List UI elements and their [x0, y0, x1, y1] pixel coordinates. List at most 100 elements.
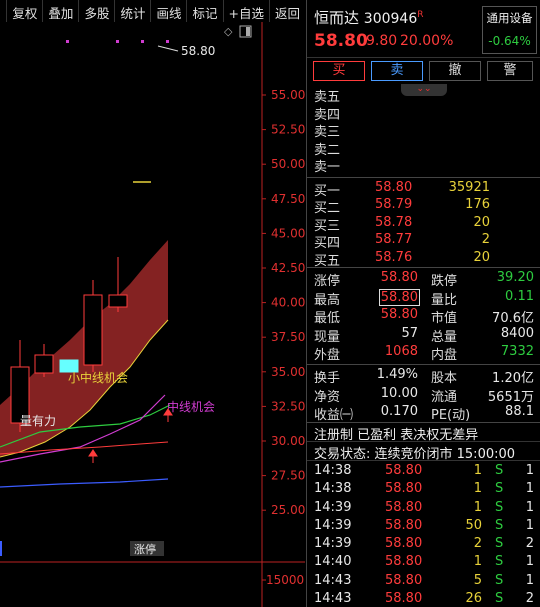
restore-rights-button[interactable]: 复权: [6, 0, 42, 22]
sell-button[interactable]: 卖: [371, 61, 423, 81]
trade-row: 14:39 58.80 1 S 1: [307, 500, 540, 518]
trade-count: 1: [525, 463, 534, 478]
stat-value: 1.49%: [376, 367, 418, 382]
stat-label: 总量: [431, 329, 458, 345]
stat-row: 外盘 1068 内盘 7332: [307, 344, 540, 363]
trade-time: 14:39: [314, 517, 352, 533]
stat-value: 0.11: [505, 288, 534, 304]
stat-label: 现量: [314, 329, 341, 345]
trade-side: S: [495, 572, 504, 588]
bid-row: 买三 58.78 20: [307, 214, 540, 234]
annotation-midline: 中线机会: [167, 399, 215, 414]
ask-level: 卖二: [314, 142, 341, 158]
quote-panel: 恒而达 300946R 58.80 9.80 20.00% 通用设备 -0.64…: [306, 0, 540, 607]
bid-volume: 20: [473, 249, 490, 265]
multi-stock-button[interactable]: 多股: [78, 0, 114, 22]
alert-button[interactable]: 警: [487, 61, 533, 81]
stat-label: 收益㈠: [314, 408, 354, 424]
trade-row: 14:38 58.80 1 S 1: [307, 481, 540, 499]
back-button[interactable]: 返回: [268, 0, 305, 22]
bid-row: 买一 58.80 35921: [307, 180, 540, 199]
diamond-icon[interactable]: ◇: [224, 25, 233, 38]
buy-button[interactable]: 买: [313, 61, 365, 81]
stat-value: 10.00: [380, 385, 418, 401]
registration-badge: R: [417, 10, 424, 20]
trade-price: 58.80: [385, 591, 423, 607]
buy-signal-arrows: [88, 408, 173, 463]
stat-label: 最低: [314, 311, 341, 327]
trade-price: 58.80: [385, 554, 423, 570]
price-tick: 27.50: [271, 469, 305, 483]
stat-value: 1068: [384, 344, 418, 360]
bid-volume: 20: [473, 214, 490, 230]
stat-label: 换手: [314, 371, 341, 386]
stat-label: 流通: [431, 389, 458, 405]
price-tick: 25.00: [271, 503, 305, 517]
trade-price: 58.80: [385, 572, 423, 588]
cancel-order-button[interactable]: 撤: [429, 61, 481, 81]
price-change-pct: 20.00%: [400, 33, 454, 49]
stat-value: 5651万: [487, 389, 534, 405]
sector-box[interactable]: 通用设备 -0.64%: [482, 6, 537, 54]
trade-volume: 2: [473, 536, 482, 552]
bid-book: 买一 58.80 35921 买二 58.79 176 买三 58.78 20 买四 58.77 2 买…: [307, 178, 540, 269]
annotation-volume: 量有力: [20, 414, 56, 428]
trade-side: S: [495, 481, 504, 497]
stat-row: 现量 57 总量 8400: [307, 326, 540, 345]
registration-info: 注册制 已盈利 表决权无差异: [307, 423, 540, 443]
trade-side: S: [495, 536, 504, 552]
stat-row: 收益㈠ 0.170 PE(动) 88.1: [307, 404, 540, 423]
stat-label: 市值: [431, 311, 458, 327]
trade-time: 14:40: [314, 554, 352, 570]
bid-label: 买二: [314, 201, 341, 217]
bid-row: 买四 58.77 2: [307, 232, 540, 252]
candlestick-chart[interactable]: ◇ 55.00 52.50 50.00 47.50 45.00 42.50 40.00 37.…: [0, 22, 305, 607]
bid-volume: 2: [481, 232, 490, 248]
stat-value: 8400: [500, 325, 534, 341]
chart-toolbar: 复权 叠加 多股 统计 画线 标记 +自选 返回: [0, 0, 305, 22]
stat-value: 70.6亿: [492, 311, 534, 327]
stat-row: 换手 1.49% 股本 1.20亿: [307, 367, 540, 386]
trade-price: 58.80: [385, 499, 423, 515]
trade-row: 14:38 58.80 1 S 1: [307, 463, 540, 481]
stat-value: 88.1: [505, 404, 534, 420]
statistics-button[interactable]: 统计: [114, 0, 150, 22]
trade-volume: 50: [465, 517, 482, 533]
draw-line-button[interactable]: 画线: [150, 0, 186, 22]
stat-row: 涨停 58.80 跌停 39.20: [307, 270, 540, 289]
mark-button[interactable]: 标记: [186, 0, 222, 22]
expand-chevron-icon[interactable]: ⌄⌄: [401, 84, 447, 96]
trade-time: 14:43: [314, 572, 352, 588]
overlay-button[interactable]: 叠加: [42, 0, 78, 22]
ma-blue: [0, 478, 169, 488]
price-tick: 47.50: [271, 192, 305, 206]
bid-row: 买五 58.76 20: [307, 249, 540, 269]
add-watchlist-button[interactable]: +自选: [222, 0, 269, 22]
stat-value: 58.80: [380, 307, 418, 323]
stat-label: 涨停: [314, 274, 341, 289]
stat-label: 量比: [431, 292, 458, 308]
bid-label: 买一: [314, 184, 341, 199]
stat-label: 内盘: [431, 348, 458, 364]
bid-price: 58.76: [375, 249, 413, 265]
price-tick: 55.00: [271, 88, 305, 102]
bid-price: 58.77: [375, 232, 413, 248]
stat-label: 最高: [314, 292, 341, 308]
last-price: 58.80: [314, 31, 368, 51]
trade-time: 14:39: [314, 536, 352, 552]
trade-price: 58.80: [385, 481, 423, 497]
stat-label: PE(动): [431, 408, 471, 424]
trade-volume: 26: [465, 591, 482, 607]
trade-row: 14:39 58.80 2 S 2: [307, 536, 540, 554]
stock-code: 300946: [363, 11, 418, 27]
sector-change-pct: -0.64%: [488, 34, 531, 48]
trade-row: 14:43 58.80 26 S 2: [307, 591, 540, 607]
bid-price: 58.78: [375, 214, 413, 230]
trade-volume: 1: [473, 481, 482, 497]
trade-volume: 1: [473, 554, 482, 570]
price-tick: 32.50: [271, 399, 305, 413]
tick-trades[interactable]: 14:38 58.80 1 S 1 14:38 58.80 1 S 1 14:39 58.80 1 S 1 1…: [307, 461, 540, 607]
stat-label: 外盘: [314, 348, 341, 364]
trade-volume: 5: [473, 572, 482, 588]
bid-label: 买四: [314, 236, 341, 252]
